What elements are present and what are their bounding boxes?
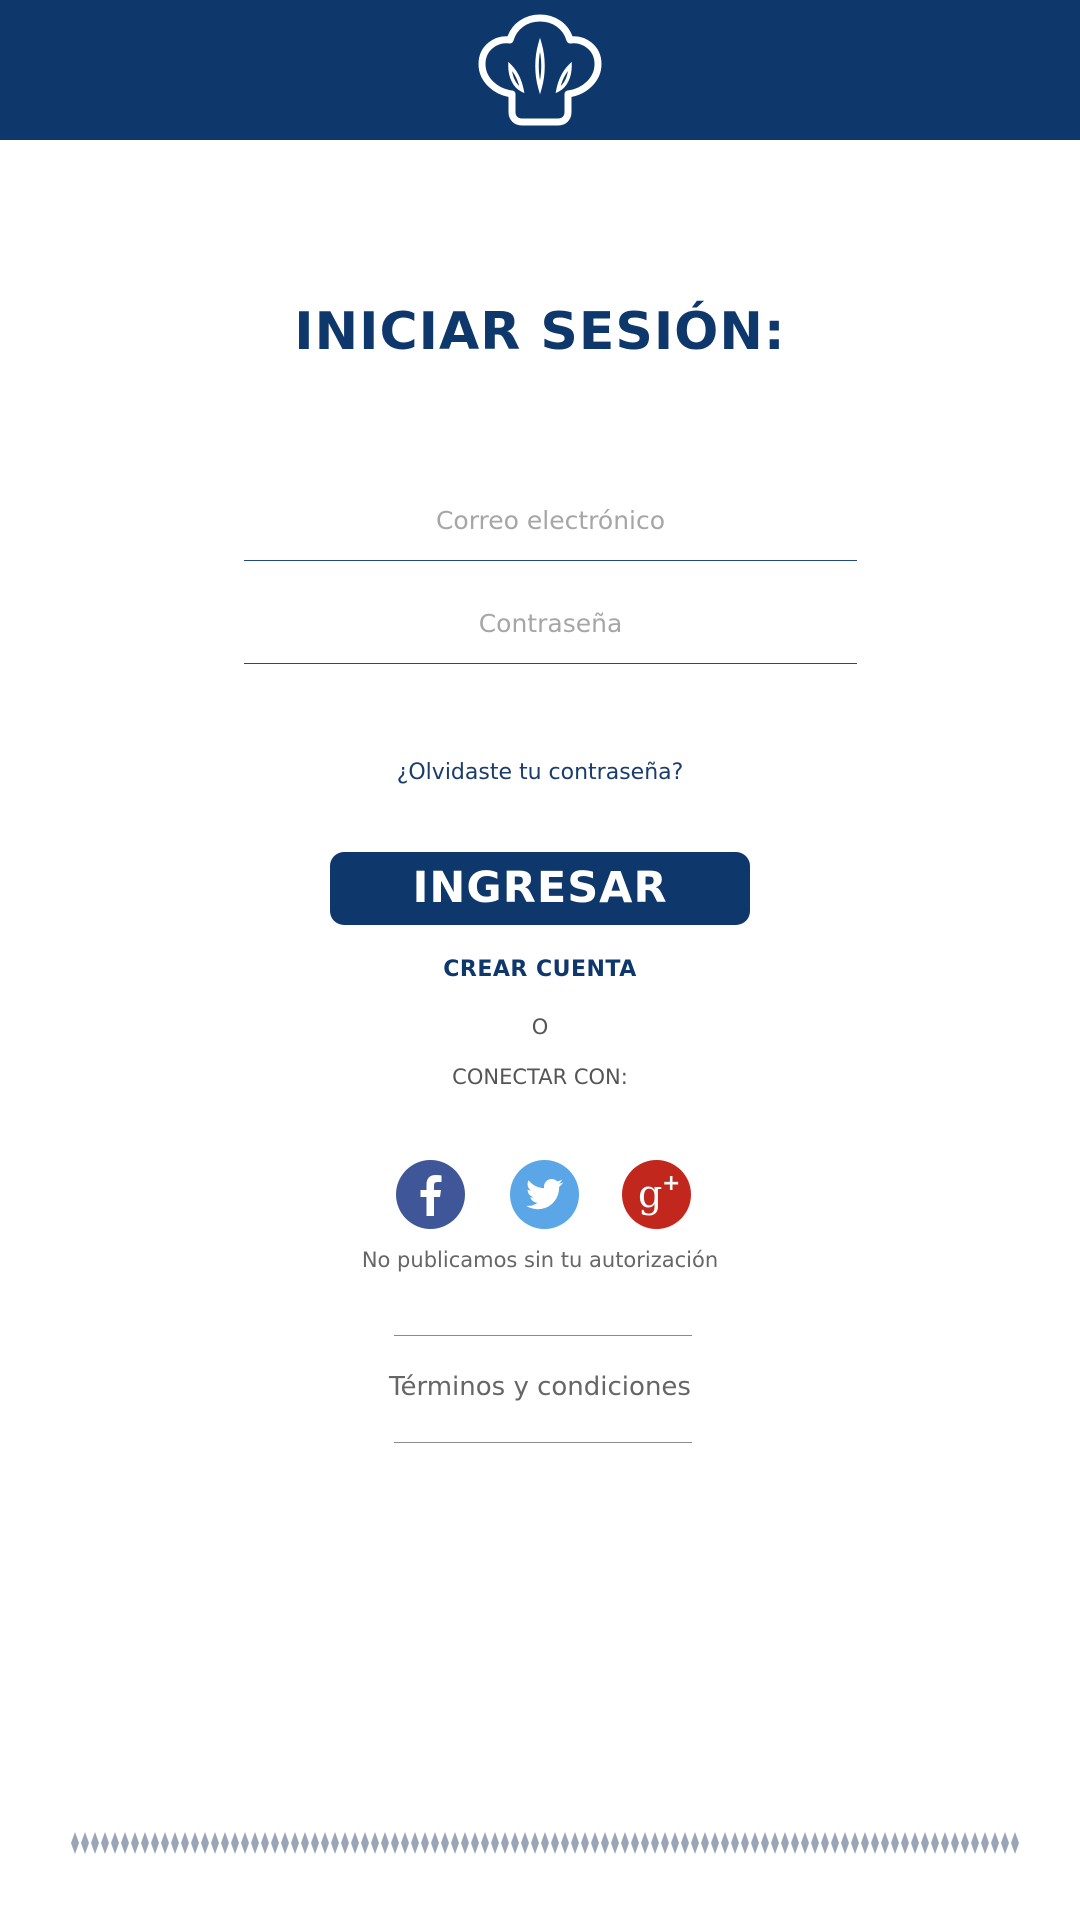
privacy-note: No publicamos sin tu autorización [361, 1248, 719, 1272]
divider [394, 1442, 692, 1443]
forgot-password-link[interactable]: ¿Olvidaste tu contraseña? [0, 760, 1080, 785]
twitter-icon [526, 1179, 563, 1210]
login-button[interactable]: INGRESAR [330, 852, 750, 925]
or-separator: O [531, 1015, 549, 1039]
chef-hat-icon [478, 14, 602, 126]
divider [394, 1335, 692, 1336]
page-title: INICIAR SESIÓN: [294, 302, 786, 362]
password-field[interactable] [244, 593, 857, 653]
twitter-button[interactable] [510, 1160, 579, 1229]
email-field-container [244, 490, 857, 561]
facebook-icon [420, 1175, 442, 1216]
app-header [0, 0, 1080, 140]
decorative-pattern [70, 1832, 1020, 1854]
google-plus-icon: g + [638, 1171, 680, 1216]
terms-link[interactable]: Términos y condiciones [0, 1372, 1080, 1402]
svg-text:g: g [638, 1172, 662, 1216]
svg-text:+: + [662, 1171, 680, 1196]
google-plus-button[interactable]: g + [622, 1160, 691, 1229]
email-field[interactable] [244, 490, 857, 550]
facebook-button[interactable] [396, 1160, 465, 1229]
password-field-container [244, 593, 857, 664]
connect-with-label: CONECTAR CON: [452, 1065, 628, 1089]
create-account-link[interactable]: CREAR CUENTA [0, 957, 1080, 982]
